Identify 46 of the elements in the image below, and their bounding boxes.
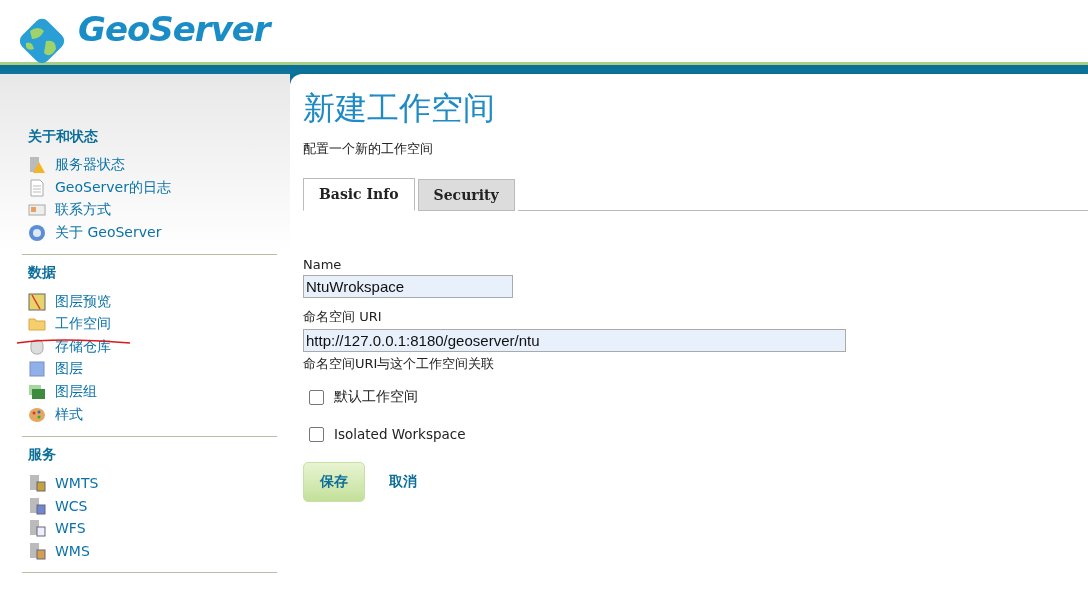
sidebar-link[interactable]: WFS <box>55 520 86 537</box>
field-help: 命名空间URI与这个工作空间关联 <box>303 355 496 373</box>
sidebar-link[interactable]: 样式 <box>55 405 83 424</box>
logo-text: GeoServer <box>78 9 270 49</box>
wfs-icon <box>28 519 46 538</box>
wmts-icon <box>28 474 46 493</box>
sidebar-link[interactable]: WCS <box>55 497 88 514</box>
checkbox-label: Isolated Workspace <box>334 426 466 442</box>
page-title: 新建工作空间 <box>303 88 496 129</box>
wms-icon <box>28 542 46 560</box>
preview-icon <box>28 292 46 311</box>
cancel-link[interactable]: 取消 <box>387 473 419 491</box>
sidebar-link[interactable]: 工作空间 <box>55 315 111 334</box>
sidebar-link[interactable]: 图层预览 <box>55 292 111 311</box>
checkbox[interactable] <box>309 389 324 405</box>
sidebar-link[interactable]: WMTS <box>55 475 99 492</box>
sidebar-heading: 数据 <box>28 264 57 283</box>
log-icon <box>28 178 46 197</box>
sidebar-link[interactable]: GeoServer的日志 <box>55 178 171 197</box>
page-description: 配置一个新的工作空间 <box>303 140 434 158</box>
wcs-icon <box>28 496 46 515</box>
sidebar-link[interactable]: 图层组 <box>55 383 97 402</box>
folder-icon <box>28 315 46 334</box>
name-field[interactable]: NtuWrokspace <box>303 275 513 298</box>
field-label: 命名空间 URI <box>303 308 383 326</box>
tab[interactable]: Basic Info <box>303 178 415 211</box>
layer-icon <box>28 360 46 379</box>
checkbox-label: 默认工作空间 <box>334 388 418 406</box>
sidebar-link[interactable]: 服务器状态 <box>55 156 125 175</box>
tab[interactable]: Security <box>417 179 515 211</box>
store-icon <box>28 337 46 356</box>
sidebar-link[interactable]: 关于 GeoServer <box>55 224 162 243</box>
status-icon <box>28 156 46 175</box>
checkbox[interactable] <box>309 426 324 442</box>
sidebar-heading: 关于和状态 <box>28 128 99 146</box>
sidebar-link[interactable]: WMS <box>55 543 90 559</box>
field-label: Name <box>303 257 343 272</box>
save-button[interactable]: 保存 <box>303 462 365 502</box>
layergroup-icon <box>28 383 46 402</box>
sidebar-heading: 服务 <box>28 445 57 464</box>
style-icon <box>28 405 46 424</box>
sidebar-link[interactable]: 联系方式 <box>55 201 111 220</box>
sidebar-link[interactable]: 存储仓库 <box>55 337 111 356</box>
uri-field[interactable]: http://127.0.0.1:8180/geoserver/ntu <box>303 329 846 352</box>
about-icon <box>28 224 46 243</box>
sidebar-link[interactable]: 图层 <box>55 360 83 379</box>
